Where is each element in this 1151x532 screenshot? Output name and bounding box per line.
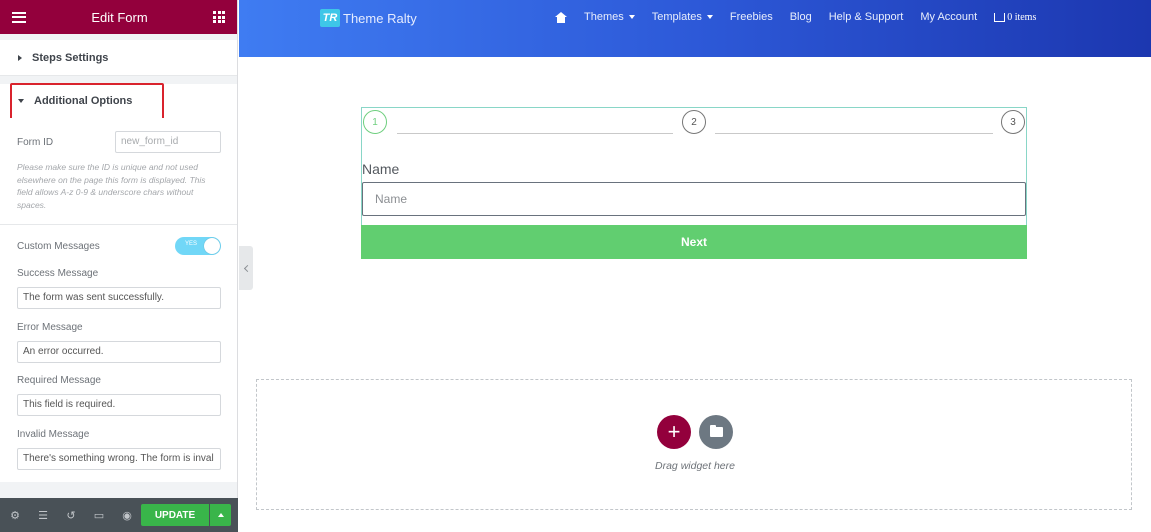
nav-themes-label: Themes [584, 11, 624, 23]
success-message-input[interactable]: The form was sent successfully. [17, 287, 221, 309]
custom-messages-toggle[interactable]: YES [175, 237, 221, 255]
navigator-layers-icon[interactable]: ☰ [36, 508, 50, 522]
chevron-up-icon [217, 513, 224, 517]
section-additional-options-label: Additional Options [34, 95, 133, 107]
update-button[interactable]: UPDATE [141, 504, 209, 526]
site-header: TR Theme Ralty Themes Templates Freebies… [239, 0, 1151, 57]
history-icon[interactable]: ↺ [64, 508, 78, 522]
widget-drop-zone[interactable]: + Drag widget here [256, 379, 1132, 510]
preview-eye-icon[interactable]: ◉ [120, 508, 134, 522]
nav-freebies[interactable]: Freebies [730, 11, 773, 23]
nav-help-support[interactable]: Help & Support [829, 11, 904, 23]
divider [0, 224, 237, 225]
nav-templates[interactable]: Templates [652, 11, 713, 23]
name-field-label: Name [362, 161, 400, 177]
folder-icon [709, 425, 723, 437]
widgets-grid-icon[interactable] [213, 11, 225, 23]
caret-down-icon [628, 15, 635, 19]
custom-messages-label: Custom Messages [17, 241, 100, 252]
panel-footer: ⚙ ☰ ↺ ▭ ◉ UPDATE [0, 498, 238, 532]
settings-gear-icon[interactable]: ⚙ [8, 508, 22, 522]
next-button[interactable]: Next [361, 225, 1027, 259]
section-steps-settings-label: Steps Settings [32, 51, 109, 64]
required-message-label: Required Message [17, 375, 101, 386]
menu-icon[interactable] [12, 11, 26, 23]
responsive-desktop-icon[interactable]: ▭ [92, 508, 106, 522]
form-id-label: Form ID [17, 137, 54, 148]
add-template-button[interactable] [699, 415, 733, 449]
section-additional-options[interactable]: Additional Options [0, 84, 237, 118]
error-message-input[interactable]: An error occurred. [17, 341, 221, 363]
nav-home[interactable] [555, 11, 567, 23]
step-indicator-3: 3 [1001, 110, 1025, 134]
home-icon [555, 11, 567, 23]
name-input[interactable]: Name [362, 182, 1026, 216]
step-indicator-2: 2 [682, 110, 706, 134]
nav-blog[interactable]: Blog [790, 11, 812, 23]
invalid-message-input[interactable]: There's something wrong. The form is inv… [17, 448, 221, 470]
step-connector [715, 133, 993, 134]
error-message-label: Error Message [17, 322, 83, 333]
logo-mark: TR [320, 9, 340, 27]
collapse-panel-toggle[interactable] [239, 246, 253, 290]
step-connector [397, 133, 673, 134]
form-id-input[interactable]: new_form_id [115, 131, 221, 153]
cart-icon [994, 12, 1006, 22]
success-message-label: Success Message [17, 268, 99, 279]
invalid-message-label: Invalid Message [17, 429, 90, 440]
nav-cart[interactable]: 0 items [994, 12, 1036, 23]
save-options-button[interactable] [210, 504, 231, 526]
toggle-yes-text: YES [185, 241, 198, 247]
chevron-left-icon [243, 264, 251, 272]
editor-panel: Edit Form Steps Settings Additional Opti… [0, 0, 238, 532]
nav-templates-label: Templates [651, 11, 702, 23]
required-message-input[interactable]: This field is required. [17, 394, 221, 416]
caret-down-icon [18, 99, 24, 103]
site-logo[interactable]: TR Theme Ralty [320, 9, 417, 27]
add-section-button[interactable]: + [657, 415, 691, 449]
plus-icon: + [667, 419, 681, 444]
cart-count: 0 items [1007, 11, 1037, 23]
form-id-help-text: Please make sure the ID is unique and no… [17, 162, 206, 210]
nav-my-account[interactable]: My Account [920, 11, 977, 23]
toggle-knob [204, 238, 220, 254]
caret-right-icon [18, 54, 22, 61]
main-nav: Themes Templates Freebies Blog Help & Su… [555, 11, 1053, 23]
nav-themes[interactable]: Themes [584, 11, 635, 23]
drag-widget-hint: Drag widget here [655, 460, 735, 472]
additional-options-body: Form ID new_form_id Please make sure the… [0, 118, 237, 482]
multistep-form: 1 2 3 Name Name Next [361, 107, 1027, 259]
panel-header: Edit Form [0, 0, 237, 34]
caret-down-icon [706, 15, 713, 19]
step-indicator-1: 1 [363, 110, 387, 134]
section-steps-settings[interactable]: Steps Settings [0, 40, 237, 76]
panel-title: Edit Form [91, 9, 148, 25]
logo-name: Theme Ralty [343, 10, 417, 26]
